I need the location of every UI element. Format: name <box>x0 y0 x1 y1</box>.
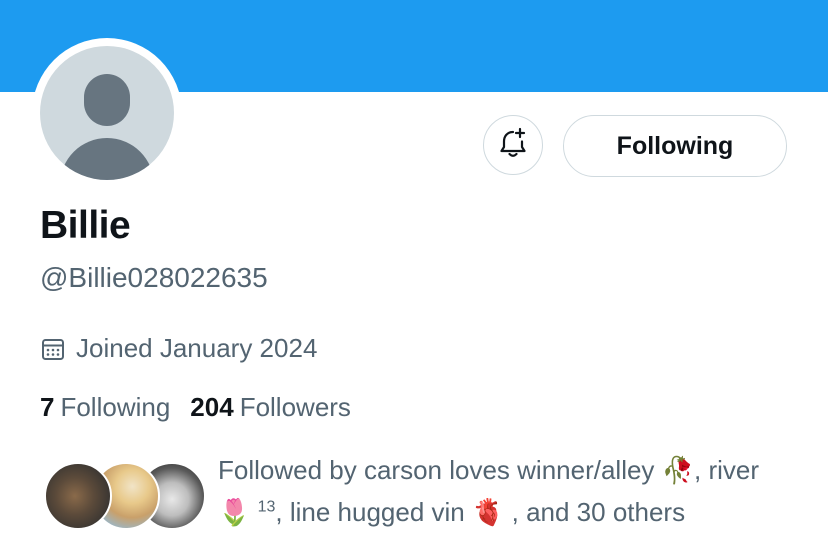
following-count: 7 <box>40 392 55 422</box>
followed-by-text[interactable]: Followed by carson loves winner/alley 🥀,… <box>218 450 798 534</box>
followers-count: 204 <box>190 392 234 422</box>
followers-label: Followers <box>239 392 351 422</box>
anatomical-heart-emoji: 🫀 <box>472 498 505 528</box>
default-avatar-icon <box>40 46 174 180</box>
joined-text: Joined January 2024 <box>76 333 318 363</box>
notifications-button[interactable] <box>483 115 543 175</box>
followed-by-avatars[interactable] <box>44 462 206 530</box>
followed-by-line-hugged: , line hugged vin <box>275 497 465 527</box>
calendar-icon <box>40 336 66 362</box>
tulip-emoji: 🌷 <box>218 498 251 528</box>
joined-date: Joined January 2024 <box>40 333 317 364</box>
followed-by-river: , river <box>694 455 760 485</box>
bell-plus-icon <box>496 126 530 165</box>
following-button[interactable]: Following <box>563 115 787 177</box>
following-label: Following <box>60 392 171 422</box>
followed-by-suffix: , and 30 others <box>511 497 686 527</box>
profile-avatar[interactable] <box>32 38 182 188</box>
following-count-link[interactable]: 7 Following <box>40 392 170 423</box>
superscript-13: 13 <box>257 498 276 516</box>
followers-count-link[interactable]: 204 Followers <box>190 392 351 423</box>
follower-avatar <box>44 462 112 530</box>
profile-name: Billie <box>40 204 131 247</box>
follow-stats: 7 Following 204 Followers <box>40 392 351 423</box>
wilted-rose-emoji: 🥀 <box>661 456 695 486</box>
followed-by-prefix: Followed by carson loves winner/alley <box>218 455 655 485</box>
profile-handle: @Billie028022635 <box>40 262 268 293</box>
